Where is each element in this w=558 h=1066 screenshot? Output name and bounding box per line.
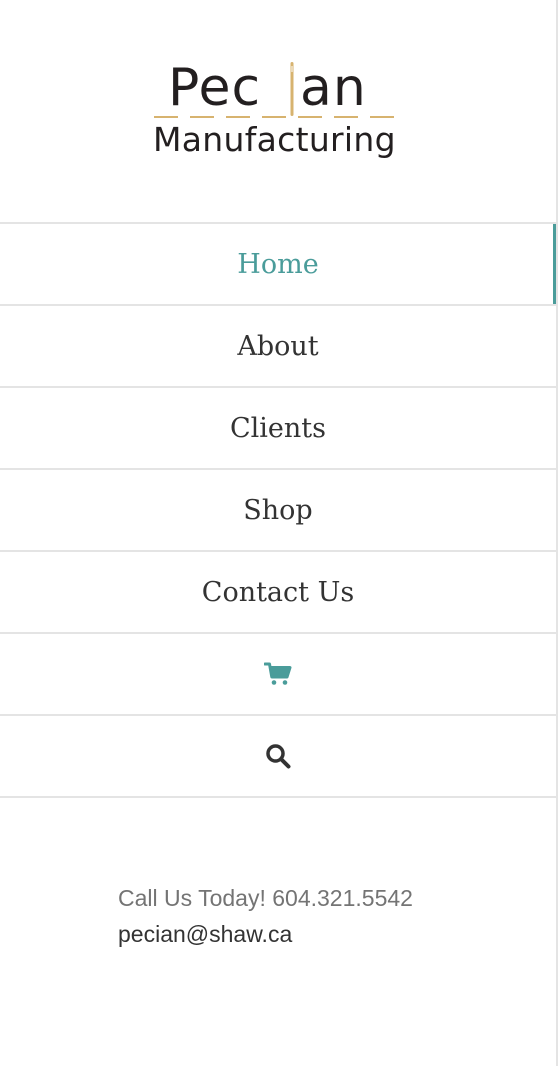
logo-subtitle: Manufacturing xyxy=(153,120,396,159)
nav-item-home[interactable]: Home xyxy=(0,224,558,306)
logo-wordmark: Pec an xyxy=(150,56,408,120)
nav-item-clients[interactable]: Clients xyxy=(0,388,556,470)
search-icon xyxy=(266,744,291,769)
logo-word-left: Pec xyxy=(168,58,262,118)
shopping-cart-icon xyxy=(264,662,292,685)
nav-item-shop[interactable]: Shop xyxy=(0,470,556,552)
stitch-line-icon xyxy=(154,116,394,118)
contact-info: Call Us Today! 604.321.5542 pecian@shaw.… xyxy=(118,880,413,952)
needle-icon xyxy=(290,62,294,116)
nav-item-label: Home xyxy=(237,248,319,280)
page: Pec an Manufacturing Home About Clients … xyxy=(0,0,558,1066)
nav-item-contact-us[interactable]: Contact Us xyxy=(0,552,556,634)
nav-item-cart[interactable] xyxy=(0,634,556,716)
phone-text: Call Us Today! 604.321.5542 xyxy=(118,885,413,911)
email-link[interactable]: pecian@shaw.ca xyxy=(118,916,413,952)
nav-item-label: Shop xyxy=(243,494,313,526)
nav-item-label: Clients xyxy=(229,412,326,444)
mobile-main-menu: Home About Clients Shop Contact Us xyxy=(0,222,558,798)
nav-item-search[interactable] xyxy=(0,716,556,798)
site-logo[interactable]: Pec an Manufacturing xyxy=(150,56,408,166)
nav-item-about[interactable]: About xyxy=(0,306,556,388)
nav-item-label: About xyxy=(237,330,319,362)
nav-item-label: Contact Us xyxy=(201,576,355,608)
logo-word-right: an xyxy=(300,58,367,118)
